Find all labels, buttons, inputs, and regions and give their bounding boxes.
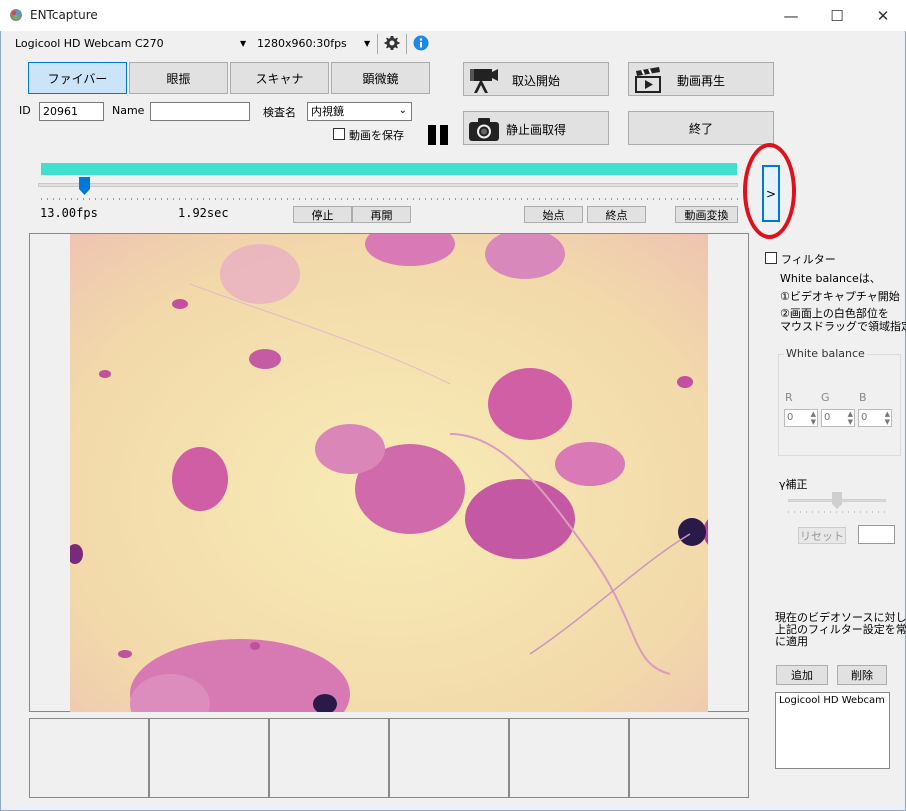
b-spinner[interactable]: 0 ▲ ▼ [858,409,892,427]
id-input[interactable]: 20961 [39,102,104,121]
id-label: ID [19,104,31,117]
seek-slider-thumb[interactable] [78,177,90,195]
thumbnail-slot[interactable] [629,718,749,798]
title-bar: ENTcapture — ☐ ✕ [0,0,906,31]
list-item[interactable]: Logicool HD Webcam [779,695,886,706]
apply-note-3: に適用 [775,635,808,648]
progress-fill [41,163,737,175]
still-capture-button[interactable]: 静止画取得 [463,111,609,145]
camera-select[interactable]: Logicool HD Webcam C270 ▼ [8,35,248,53]
gamma-value-input[interactable] [858,525,895,544]
filter-source-list[interactable]: Logicool HD Webcam [775,692,890,769]
thumbnail-slot[interactable] [269,718,389,798]
maximize-icon: ☐ [830,6,844,25]
save-video-label: 動画を保存 [349,129,404,142]
convert-video-button[interactable]: 動画変換 [675,206,738,223]
mode-fiber-button[interactable]: ファイバー [28,62,127,94]
clapperboard-icon [635,67,661,93]
mode-microscope-button[interactable]: 顕微鏡 [331,62,430,94]
name-label: Name [112,104,145,117]
capture-start-button[interactable]: 取込開始 [463,62,609,96]
quit-button[interactable]: 終了 [628,111,774,145]
r-label: R [785,391,793,404]
maximize-button[interactable]: ☐ [814,0,860,31]
still-capture-label: 静止画取得 [506,123,567,137]
filter-label: フィルター [781,253,836,266]
resolution-select-value: 1280x960:30fps [257,37,347,50]
video-preview[interactable] [29,233,749,712]
g-value: 0 [824,412,831,423]
exam-select-value: 内視鏡 [311,105,344,118]
reset-button[interactable]: リセット [798,527,846,544]
resume-button[interactable]: 再開 [352,206,411,223]
close-button[interactable]: ✕ [860,0,906,31]
b-label: B [859,391,867,404]
pause-icon [428,125,436,145]
save-video-checkbox[interactable] [333,128,345,140]
toolbar-separator [377,34,378,54]
progress-bar [41,163,737,175]
microscope-image [70,234,708,712]
r-value: 0 [787,412,794,423]
resolution-select[interactable]: 1280x960:30fps ▼ [252,35,372,53]
filter-note-1: White balanceは、 [780,272,881,285]
thumbnail-slot[interactable] [389,718,509,798]
camera-select-value: Logicool HD Webcam C270 [15,37,164,50]
exam-select[interactable]: 内視鏡 ⌄ [307,102,412,121]
minimize-button[interactable]: — [768,0,814,31]
filter-note-2: ①ビデオキャプチャ開始 [780,290,900,303]
time-readout: 1.92sec [178,206,229,220]
g-spinner[interactable]: 0 ▲ ▼ [821,409,855,427]
toolbar-separator [406,34,407,54]
seek-ticks [41,198,738,200]
delete-button[interactable]: 削除 [837,665,887,685]
thumbnail-slot[interactable] [149,718,269,798]
gamma-ticks [788,511,886,513]
white-balance-group [778,354,901,456]
video-play-button[interactable]: 動画再生 [628,62,774,96]
exam-label: 検査名 [263,106,296,119]
video-camera-icon [470,69,498,93]
camera-icon [469,118,499,141]
window-title: ENTcapture [30,8,98,22]
r-spinner[interactable]: 0 ▲ ▼ [784,409,818,427]
spinner-arrows-icon: ▲ ▼ [810,410,816,426]
gamma-slider-thumb[interactable] [832,492,842,509]
g-label: G [821,391,830,404]
capture-start-label: 取込開始 [512,74,561,88]
expand-panel-button[interactable]: > [762,165,780,222]
fps-readout: 13.00fps [40,206,98,220]
filter-checkbox[interactable] [765,252,777,264]
gear-icon[interactable] [384,35,400,51]
spinner-arrows-icon: ▲ ▼ [884,410,890,426]
mode-nystagmus-button[interactable]: 眼振 [129,62,228,94]
pause-button[interactable] [428,125,450,145]
start-point-button[interactable]: 始点 [524,206,583,223]
chevron-down-icon: ▼ [240,39,247,48]
video-play-label: 動画再生 [677,74,726,88]
stop-button[interactable]: 停止 [293,206,352,223]
white-balance-title: White balance [784,347,867,360]
name-input[interactable] [150,102,250,121]
add-button[interactable]: 追加 [776,665,828,685]
app-logo-icon [10,9,22,21]
end-point-button[interactable]: 終点 [587,206,646,223]
chevron-down-icon: ⌄ [398,105,407,116]
thumbnail-slot[interactable] [509,718,629,798]
minimize-icon: — [783,6,799,25]
seek-slider-track[interactable] [38,183,738,187]
close-icon: ✕ [876,6,890,25]
mode-scanner-button[interactable]: スキャナ [230,62,329,94]
b-value: 0 [861,412,868,423]
info-icon[interactable] [413,35,429,51]
chevron-down-icon: ▼ [364,39,371,48]
gamma-label: γ補正 [779,478,808,491]
filter-note-3b: マウスドラッグで領域指定 [780,320,906,333]
thumbnail-slot[interactable] [29,718,149,798]
spinner-arrows-icon: ▲ ▼ [847,410,853,426]
